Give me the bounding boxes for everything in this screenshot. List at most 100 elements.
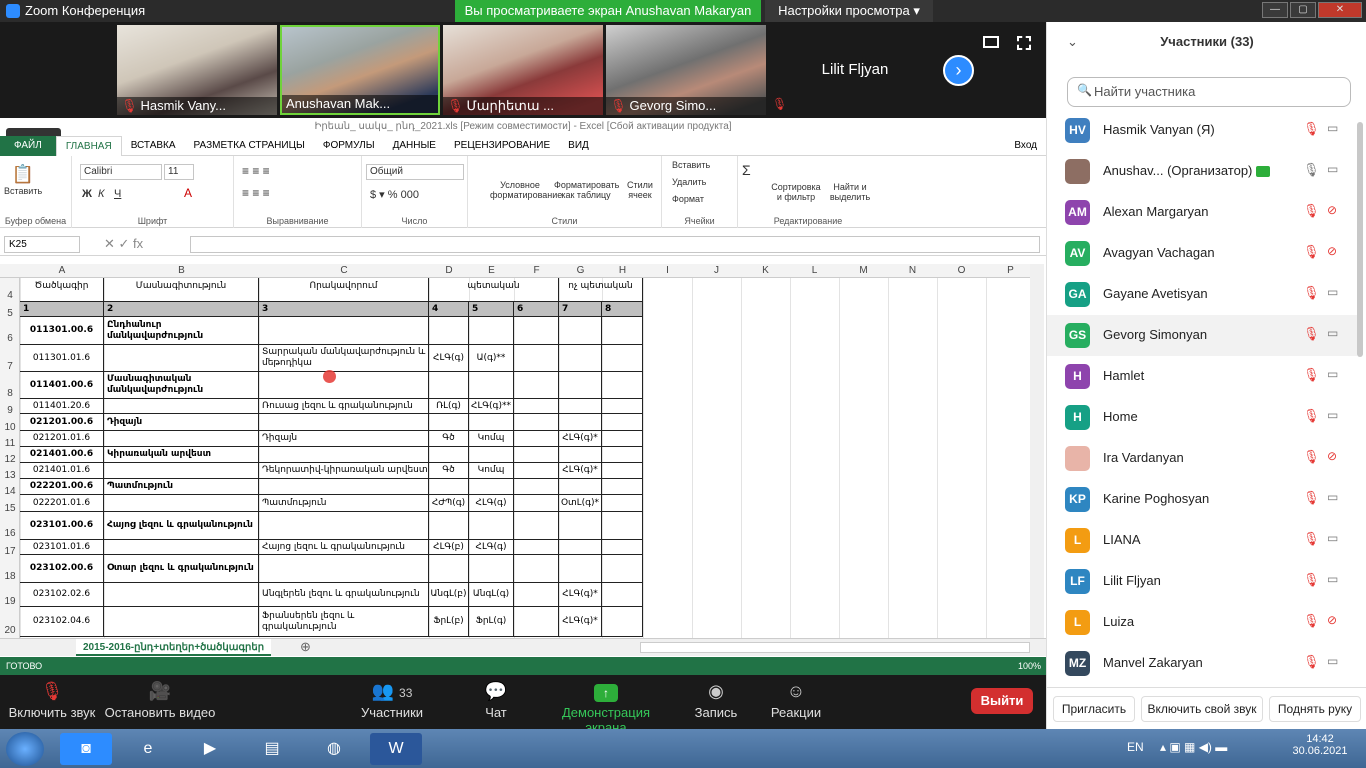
qualification-cell[interactable] <box>259 512 429 540</box>
vertical-scrollbar[interactable] <box>1030 264 1044 638</box>
code-cell[interactable]: 023101.00.6 <box>20 512 104 540</box>
media-player-icon[interactable]: ▶ <box>184 733 236 765</box>
row-header[interactable]: 9 <box>0 399 20 416</box>
exam-cell[interactable]: ՀԼԳ(գ)* <box>559 583 602 607</box>
qualification-cell[interactable]: Դիզայն <box>259 431 429 447</box>
exam-cell[interactable]: ԱնգԼ(գ) <box>469 583 514 607</box>
align-top-icon[interactable]: ≡ ≡ ≡ <box>242 164 270 178</box>
exam-cell[interactable]: ՀԼԳ(գ)* <box>559 431 602 447</box>
column-number-cell[interactable]: 3 <box>259 302 429 317</box>
qualification-cell[interactable]: Հայոց լեզու և գրականություն <box>259 540 429 555</box>
exam-cell[interactable] <box>602 495 643 512</box>
exam-cell[interactable] <box>559 540 602 555</box>
fx-icon[interactable]: ✕ ✓ fx <box>104 236 143 252</box>
code-cell[interactable]: 023102.00.6 <box>20 555 104 583</box>
horizontal-scrollbar[interactable] <box>640 642 1030 653</box>
exam-cell[interactable] <box>429 372 469 399</box>
code-cell[interactable]: 022201.00.6 <box>20 479 104 495</box>
exam-cell[interactable] <box>514 431 559 447</box>
participant-row[interactable]: GS Gevorg Simonyan 🎙 ▭ <box>1047 315 1357 356</box>
clock[interactable]: 14:42 30.06.2021 <box>1290 733 1350 757</box>
participant-row[interactable]: LF Lilit Fljyan 🎙 ▭ <box>1047 561 1357 602</box>
chrome-taskbar-icon[interactable]: ◍ <box>308 733 360 765</box>
header-cell[interactable]: Մասնագիտություն <box>104 278 259 302</box>
video-tile[interactable]: 🎙 Gevorg Simo... <box>606 25 766 115</box>
exam-cell[interactable] <box>559 447 602 463</box>
qualification-cell[interactable]: Դեկորատիվ-կիրառական արվեստ <box>259 463 429 479</box>
participant-row[interactable]: AM Alexan Margaryan 🎙 ⊘ <box>1047 192 1357 233</box>
exam-cell[interactable] <box>514 495 559 512</box>
bold-button[interactable]: Ж <box>82 188 92 200</box>
number-format-select[interactable]: Общий <box>366 164 464 180</box>
qualification-cell[interactable]: Անգլերեն լեզու և գրականություն <box>259 583 429 607</box>
exam-cell[interactable] <box>514 479 559 495</box>
exam-cell[interactable] <box>559 479 602 495</box>
participant-row[interactable]: HV Hasmik Vanyan (Я) 🎙 ▭ <box>1047 110 1357 151</box>
column-header[interactable]: G <box>559 264 602 278</box>
column-header[interactable]: P <box>986 264 1035 278</box>
start-button[interactable] <box>6 732 44 766</box>
exam-cell[interactable] <box>559 414 602 431</box>
exam-cell[interactable] <box>514 583 559 607</box>
reactions-button[interactable]: ☺ Реакции <box>768 675 824 729</box>
tab-page-layout[interactable]: РАЗМЕТКА СТРАНИЦЫ <box>185 140 314 151</box>
code-cell[interactable]: 011401.00.6 <box>20 372 104 399</box>
specialty-cell[interactable]: Մասնագիտական մանկավարժություն <box>104 372 259 399</box>
qualification-cell[interactable] <box>259 447 429 463</box>
specialty-cell[interactable] <box>104 431 259 447</box>
exam-cell[interactable]: ՀԼԳ(գ)** <box>469 399 514 414</box>
row-header[interactable]: 4 <box>0 272 20 302</box>
format-table-button[interactable]: Форматировать как таблицу <box>554 180 619 200</box>
qualification-cell[interactable] <box>259 414 429 431</box>
delete-cells-button[interactable]: Удалить <box>672 177 706 187</box>
exam-cell[interactable] <box>602 555 643 583</box>
exam-cell[interactable] <box>559 372 602 399</box>
exam-cell[interactable] <box>602 317 643 345</box>
row-header[interactable]: 10 <box>0 414 20 433</box>
tab-data[interactable]: ДАННЫЕ <box>384 140 445 151</box>
underline-button[interactable]: Ч <box>114 188 121 200</box>
exam-cell[interactable] <box>559 345 602 372</box>
participant-row[interactable]: H Hamlet 🎙 ▭ <box>1047 356 1357 397</box>
row-header[interactable]: 11 <box>0 431 20 449</box>
column-header[interactable]: A <box>20 264 104 278</box>
exam-cell[interactable] <box>469 317 514 345</box>
row-header[interactable]: 16 <box>0 512 20 540</box>
exam-cell[interactable] <box>429 512 469 540</box>
column-number-cell[interactable]: 8 <box>602 302 643 317</box>
signin-link[interactable]: Вход <box>1005 140 1046 151</box>
word-taskbar-icon[interactable]: W <box>370 733 422 765</box>
exam-cell[interactable] <box>602 463 643 479</box>
exam-cell[interactable] <box>602 479 643 495</box>
specialty-cell[interactable]: Պատմություն <box>104 479 259 495</box>
code-cell[interactable]: 023102.04.6 <box>20 607 104 637</box>
exam-cell[interactable] <box>429 555 469 583</box>
name-only-tile[interactable]: Lilit Fljyan <box>770 25 940 115</box>
column-header[interactable]: E <box>469 264 514 278</box>
column-header[interactable]: O <box>937 264 986 278</box>
exam-cell[interactable] <box>559 317 602 345</box>
exam-cell[interactable] <box>559 555 602 583</box>
unmute-me-button[interactable]: Включить свой звук <box>1141 696 1263 722</box>
participant-row[interactable]: MZ Manvel Zakaryan 🎙 ▭ <box>1047 643 1357 684</box>
close-button[interactable]: ✕ <box>1318 2 1362 18</box>
exam-cell[interactable]: Գծ <box>429 431 469 447</box>
qualification-cell[interactable] <box>259 555 429 583</box>
cond-format-button[interactable]: Условное форматирование <box>490 180 562 200</box>
exam-cell[interactable] <box>559 399 602 414</box>
font-size-select[interactable]: 11 <box>164 164 194 180</box>
column-number-cell[interactable]: 1 <box>20 302 104 317</box>
add-sheet-icon[interactable]: ⊕ <box>300 639 311 655</box>
align-left-icon[interactable]: ≡ ≡ ≡ <box>242 186 270 200</box>
ie-taskbar-icon[interactable]: e <box>122 733 174 765</box>
qualification-cell[interactable]: Ռուսաց լեզու և գրականություն <box>259 399 429 414</box>
autosum-icon[interactable]: Σ <box>742 162 751 178</box>
column-header[interactable]: K <box>741 264 790 278</box>
italic-button[interactable]: К <box>98 188 104 200</box>
name-box[interactable]: K25 <box>4 236 80 253</box>
code-cell[interactable]: 021401.00.6 <box>20 447 104 463</box>
code-cell[interactable]: 011301.00.6 <box>20 317 104 345</box>
exam-cell[interactable] <box>469 512 514 540</box>
exam-cell[interactable] <box>602 399 643 414</box>
row-header[interactable]: 8 <box>0 372 20 399</box>
